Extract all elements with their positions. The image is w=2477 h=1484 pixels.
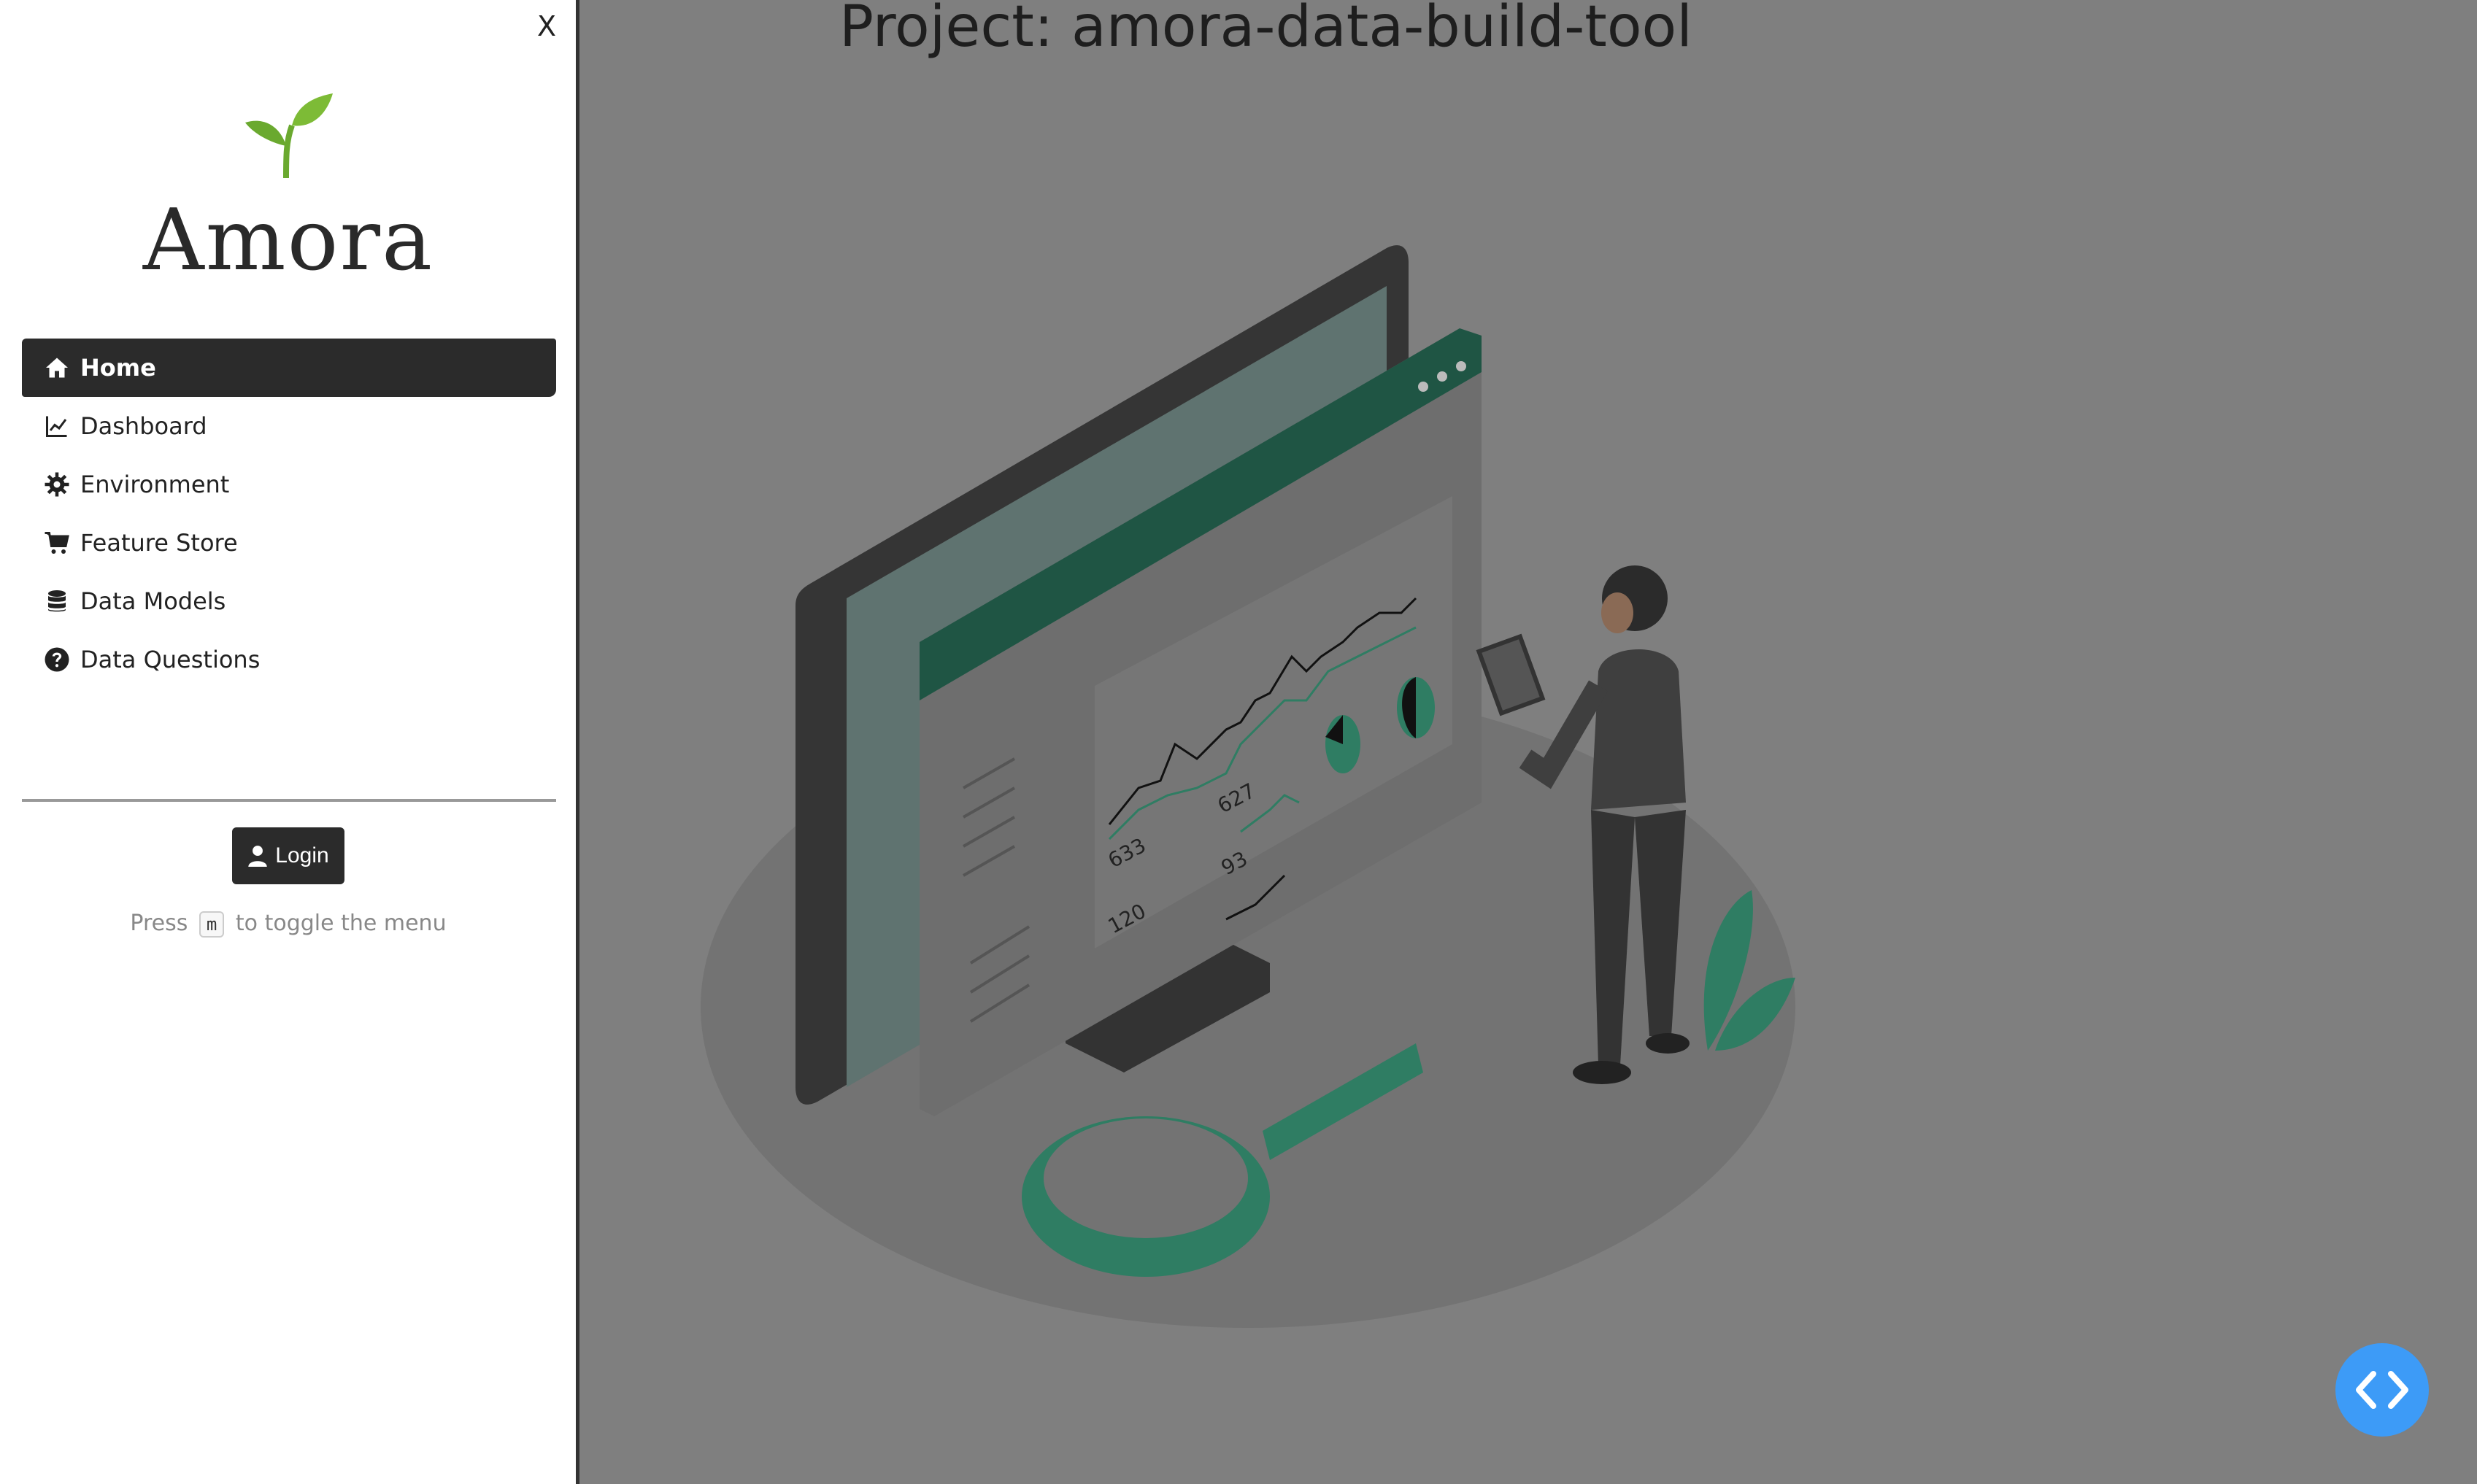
- hint-key: m: [199, 911, 225, 938]
- sidebar-item-home[interactable]: Home: [22, 339, 556, 397]
- gear-icon: [45, 472, 69, 497]
- database-icon: [48, 590, 66, 612]
- analytics-illustration: 633 627 93 120: [701, 245, 1795, 1328]
- sidebar-item-data-questions[interactable]: Data Questions: [22, 630, 556, 689]
- sidebar-divider: [22, 799, 556, 802]
- close-menu-button[interactable]: X: [537, 10, 556, 42]
- hint-text-before: Press: [130, 911, 188, 936]
- page-title: Project: amora-data-build-tool: [839, 0, 1692, 60]
- code-icon: [2356, 1371, 2408, 1409]
- sidebar-item-dashboard[interactable]: Dashboard: [22, 397, 556, 455]
- login-button[interactable]: Login: [232, 827, 344, 884]
- user-icon: [248, 846, 267, 867]
- sidebar-item-label: Feature Store: [80, 529, 238, 557]
- sidebar-item-data-models[interactable]: Data Models: [22, 572, 556, 630]
- chart-line-icon: [46, 416, 67, 437]
- sidebar-item-label: Dashboard: [80, 412, 207, 440]
- code-toggle-button[interactable]: [2335, 1343, 2429, 1437]
- sidebar-nav: Home Dashboard Environment Feature Store…: [22, 339, 556, 689]
- brand-name: Amora: [142, 191, 434, 290]
- sprout-icon: [245, 93, 333, 179]
- sidebar-item-label: Data Models: [80, 587, 226, 615]
- question-circle-icon: [45, 647, 69, 672]
- home-icon: [46, 358, 68, 378]
- sidebar: X Amora Home Dashboard Environment Featu…: [0, 0, 579, 1484]
- login-label: Login: [275, 843, 329, 867]
- sidebar-item-environment[interactable]: Environment: [22, 455, 556, 514]
- sidebar-item-label: Home: [80, 354, 156, 382]
- sidebar-item-feature-store[interactable]: Feature Store: [22, 514, 556, 572]
- menu-toggle-hint: Press m to toggle the menu: [0, 911, 577, 938]
- sidebar-item-label: Environment: [80, 471, 230, 498]
- cart-icon: [45, 532, 69, 554]
- sidebar-item-label: Data Questions: [80, 646, 261, 673]
- hint-text-after: to toggle the menu: [235, 911, 447, 936]
